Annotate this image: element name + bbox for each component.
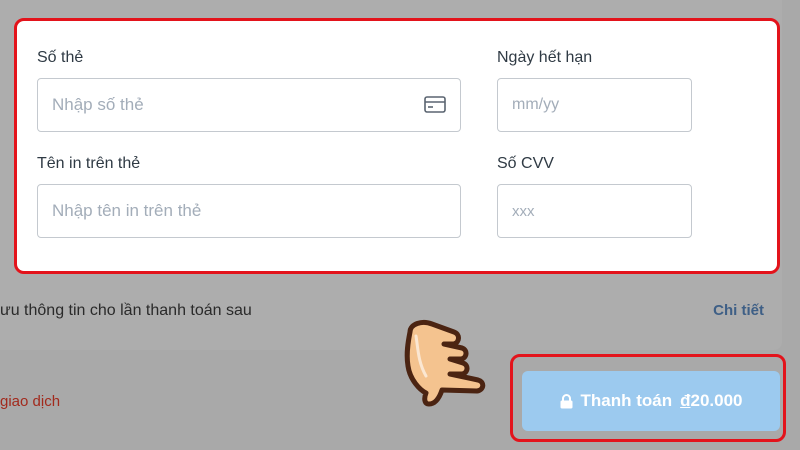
card-number-input[interactable] [52,79,414,131]
card-form-highlight: Số thẻ Ngày hết hạn Tên in trên thẻ Số C… [14,18,780,274]
transaction-link[interactable]: giao dịch [0,393,60,410]
cardholder-input[interactable] [52,185,414,237]
cvv-input[interactable] [512,185,645,237]
currency-symbol: đ [680,391,691,410]
amount-value: 20.000 [690,391,743,410]
credit-card-icon [424,96,446,113]
cvv-label: Số CVV [497,155,554,172]
pay-amount: đ20.000 [680,391,742,411]
expiry-label: Ngày hết hạn [497,49,593,66]
cvv-field[interactable] [497,184,692,238]
lock-icon [560,393,572,408]
detail-link[interactable]: Chi tiết [713,302,764,319]
card-number-label: Số thẻ [37,49,84,66]
cardholder-label: Tên in trên thẻ [37,155,141,172]
save-info-label[interactable]: ưu thông tin cho lần thanh toán sau [0,302,252,320]
pay-button-label: Thanh toán [580,391,673,410]
card-number-field[interactable] [37,78,461,132]
expiry-input[interactable] [512,79,645,131]
cardholder-field[interactable] [37,184,461,238]
expiry-field[interactable] [497,78,692,132]
pointing-hand-icon [404,319,486,407]
pay-button[interactable]: Thanh toán đ20.000 [522,371,780,431]
